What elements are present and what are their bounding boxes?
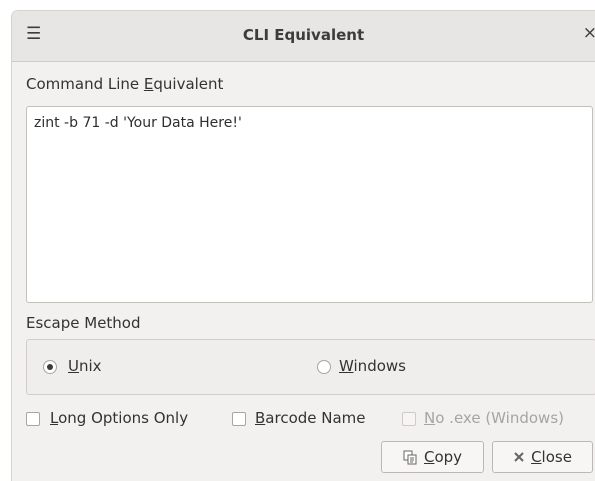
radio-unix-indicator[interactable] (43, 360, 57, 374)
radio-windows-label[interactable]: Windows (339, 357, 406, 375)
cli-equivalent-dialog: ☰ CLI Equivalent × Command Line Equivale… (11, 10, 595, 481)
close-icon (514, 452, 524, 462)
command-line-label-post: quivalent (153, 75, 224, 93)
copy-icon (403, 450, 417, 464)
checkbox-long-options-only-label[interactable]: Long Options Only (50, 409, 188, 427)
command-line-label-pre: Command Line (26, 75, 144, 93)
command-line-label: Command Line Equivalent (26, 75, 223, 93)
command-line-label-mnemonic: E (143, 75, 154, 93)
radio-windows-indicator[interactable] (317, 360, 331, 374)
checkbox-no-exe-windows-label: No .exe (Windows) (424, 409, 564, 427)
close-button-label: Close (531, 448, 572, 466)
window-close-icon[interactable]: × (583, 23, 595, 43)
escape-method-label: Escape Method (26, 314, 141, 332)
checkbox-no-exe-windows-box (402, 412, 416, 426)
checkbox-barcode-name-box[interactable] (232, 412, 246, 426)
copy-button[interactable]: Copy (381, 441, 484, 473)
command-text: zint -b 71 -d 'Your Data Here!' (34, 115, 242, 131)
command-text-area[interactable]: zint -b 71 -d 'Your Data Here!' (26, 106, 593, 303)
escape-method-group: Unix Windows (26, 339, 595, 395)
checkbox-barcode-name-label[interactable]: Barcode Name (255, 409, 366, 427)
title-bar: ☰ CLI Equivalent × (12, 11, 595, 62)
window-title: CLI Equivalent (242, 26, 365, 44)
checkbox-long-options-only-box[interactable] (26, 412, 40, 426)
close-button[interactable]: Close (492, 441, 593, 473)
radio-unix-label[interactable]: Unix (68, 357, 102, 375)
copy-button-label: Copy (423, 448, 463, 466)
